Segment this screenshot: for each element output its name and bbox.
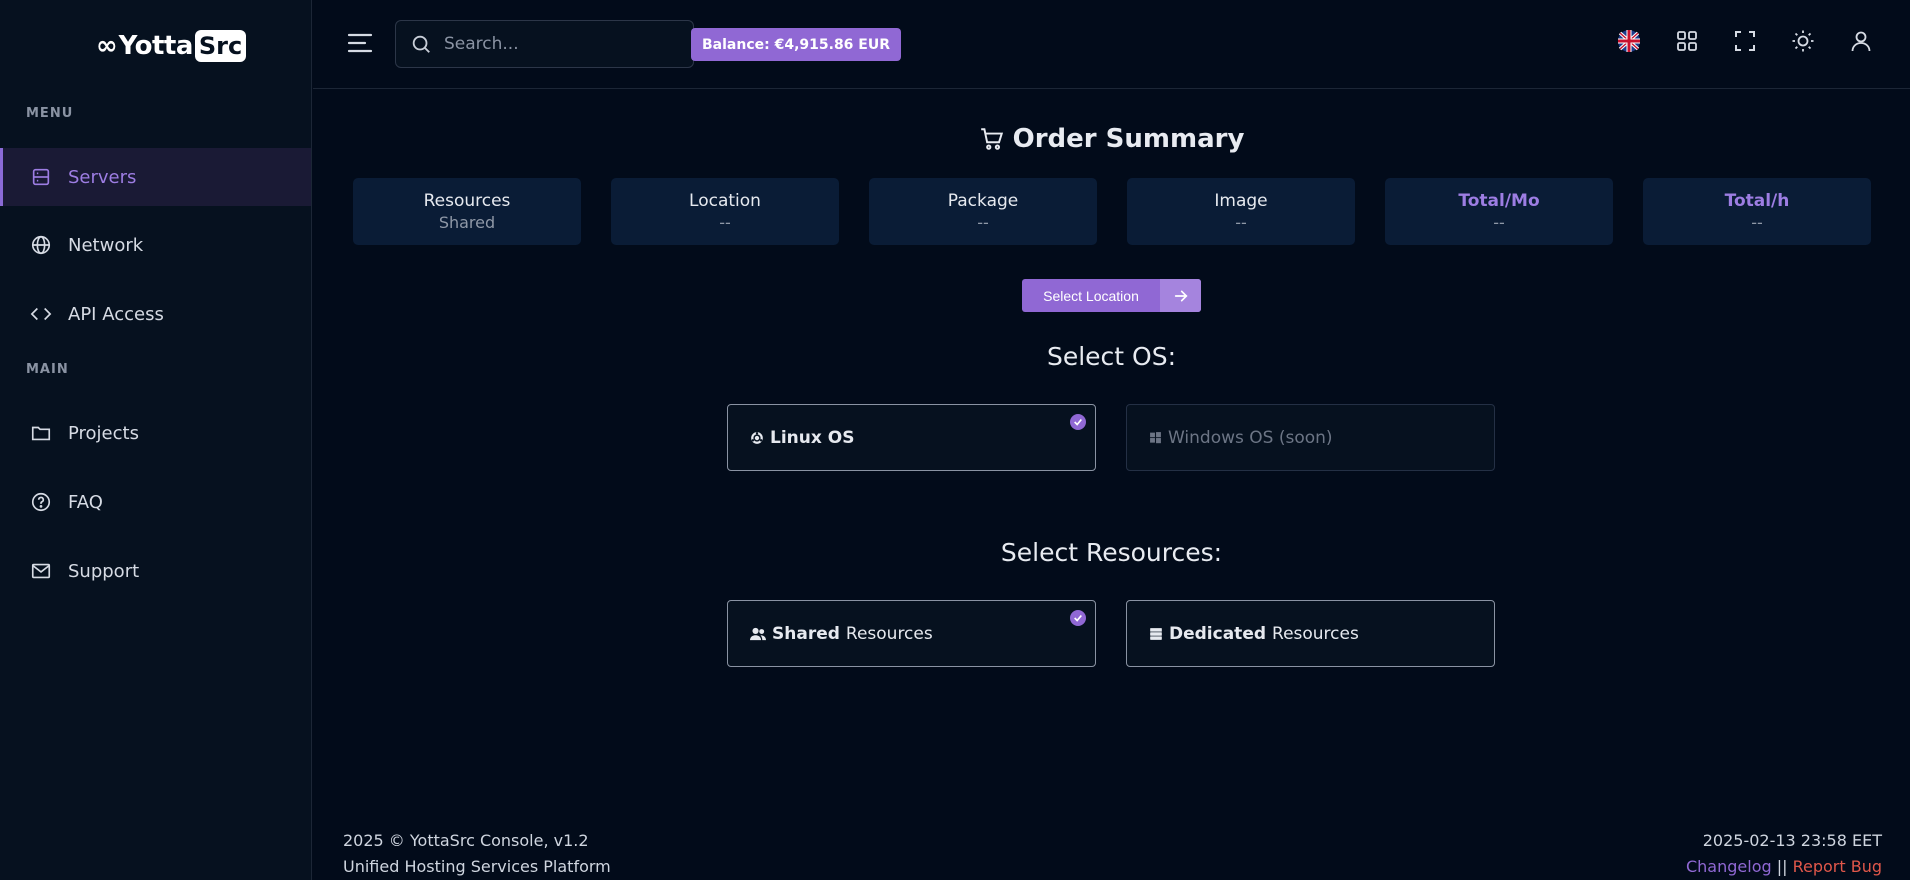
resource-option-shared[interactable]: Shared Resources — [727, 600, 1096, 667]
menu-toggle-icon[interactable] — [347, 32, 373, 54]
changelog-link[interactable]: Changelog — [1686, 857, 1772, 876]
summary-card-value: -- — [719, 213, 731, 232]
summary-card-value: -- — [1493, 213, 1505, 232]
main-content: Order Summary Resources Shared Location … — [313, 90, 1910, 880]
checkmark-icon — [1070, 610, 1086, 626]
user-icon[interactable] — [1848, 28, 1874, 54]
resource-option-label-bold: Shared — [772, 623, 840, 644]
resource-option-label: Resources — [845, 623, 933, 644]
search-box[interactable] — [395, 20, 694, 68]
question-circle-icon — [31, 492, 51, 512]
sun-icon[interactable] — [1790, 28, 1816, 54]
sidebar-item-label: Network — [68, 234, 144, 256]
summary-card-value: -- — [977, 213, 989, 232]
search-icon — [412, 35, 430, 53]
footer-separator: || — [1771, 857, 1793, 876]
os-option-label: Linux OS — [770, 427, 855, 448]
summary-card-label: Image — [1214, 191, 1268, 211]
summary-card-package: Package -- — [869, 178, 1097, 245]
uk-flag-icon[interactable] — [1616, 28, 1642, 54]
summary-card-label: Resources — [423, 191, 511, 211]
server-icon — [32, 168, 50, 186]
footer-left: 2025 © YottaSrc Console, v1.2 Unified Ho… — [343, 828, 611, 880]
summary-card-label: Total/h — [1724, 191, 1790, 211]
select-resources-title: Select Resources: — [1000, 538, 1223, 567]
mail-icon — [31, 563, 51, 579]
folder-icon — [31, 426, 51, 441]
sidebar-item-faq[interactable]: FAQ — [0, 473, 311, 531]
sidebar-item-label: API Access — [68, 303, 164, 325]
summary-card-image: Image -- — [1127, 178, 1355, 245]
report-bug-link[interactable]: Report Bug — [1793, 857, 1882, 876]
select-location-button[interactable]: Select Location — [1022, 279, 1201, 312]
sidebar-item-projects[interactable]: Projects — [0, 404, 311, 462]
search-input[interactable] — [444, 34, 664, 54]
topbar: Balance: €4,915.86 EUR — [313, 0, 1910, 89]
os-option-windows: Windows OS (soon) — [1126, 404, 1495, 471]
code-icon — [30, 307, 52, 321]
summary-card-label: Location — [689, 191, 761, 211]
order-summary-cards: Resources Shared Location -- Package -- … — [353, 178, 1871, 245]
sidebar-item-label: Projects — [68, 422, 139, 444]
summary-card-value: -- — [1235, 213, 1247, 232]
summary-card-total-hourly: Total/h -- — [1643, 178, 1871, 245]
summary-card-resources: Resources Shared — [353, 178, 581, 245]
checkmark-icon — [1070, 414, 1086, 430]
windows-icon — [1150, 432, 1161, 444]
summary-card-label: Total/Mo — [1458, 191, 1540, 211]
cart-icon — [980, 128, 1003, 150]
ubuntu-icon — [751, 431, 763, 444]
select-os-title: Select OS: — [1046, 342, 1177, 371]
summary-card-total-monthly: Total/Mo -- — [1385, 178, 1613, 245]
section-label-menu: MENU — [26, 106, 74, 121]
resource-option-label: Resources — [1272, 623, 1359, 644]
footer-datetime: 2025-02-13 23:58 EET — [1702, 831, 1882, 850]
sidebar-item-label: FAQ — [68, 491, 103, 513]
order-summary-title: Order Summary — [1012, 124, 1245, 154]
footer-right: 2025-02-13 23:58 EET Changelog || Report… — [1686, 828, 1882, 880]
footer-tagline: Unified Hosting Services Platform — [343, 857, 611, 876]
footer-copyright: 2025 © YottaSrc Console, v1.2 — [343, 831, 589, 850]
fullscreen-icon[interactable] — [1732, 28, 1758, 54]
summary-card-location: Location -- — [611, 178, 839, 245]
sidebar-item-label: Servers — [68, 166, 137, 188]
footer-links: Changelog || Report Bug — [1686, 854, 1882, 880]
resource-option-label-bold: Dedicated — [1169, 623, 1267, 644]
sidebar: ∞ Yotta Src MENU Servers Network API Acc… — [0, 0, 312, 880]
section-label-main: MAIN — [26, 362, 69, 377]
logo-text: Yotta — [118, 31, 194, 61]
sidebar-item-api-access[interactable]: API Access — [0, 285, 311, 343]
users-icon — [750, 627, 766, 640]
arrow-right-icon — [1160, 279, 1201, 312]
resource-option-dedicated[interactable]: Dedicated Resources — [1126, 600, 1495, 667]
apps-grid-icon[interactable] — [1674, 28, 1700, 54]
sidebar-item-support[interactable]: Support — [0, 542, 311, 600]
summary-card-value: -- — [1751, 213, 1763, 232]
os-option-label: Windows OS (soon) — [1168, 427, 1333, 448]
order-summary-heading: Order Summary — [313, 124, 1910, 154]
summary-card-label: Package — [947, 191, 1019, 211]
sidebar-item-servers[interactable]: Servers — [0, 148, 311, 206]
os-option-linux[interactable]: Linux OS — [727, 404, 1096, 471]
globe-icon — [31, 235, 51, 255]
logo-mark-icon: ∞ — [96, 31, 118, 61]
select-location-label: Select Location — [1043, 287, 1139, 304]
sidebar-item-network[interactable]: Network — [0, 216, 311, 274]
server-rack-icon — [1150, 627, 1162, 640]
balance-badge: Balance: €4,915.86 EUR — [691, 28, 902, 61]
brand-logo[interactable]: ∞ Yotta Src — [96, 24, 247, 68]
topbar-icons — [1616, 28, 1874, 54]
logo-text-box: Src — [194, 30, 247, 62]
sidebar-item-label: Support — [68, 560, 140, 582]
summary-card-value: Shared — [438, 213, 496, 232]
